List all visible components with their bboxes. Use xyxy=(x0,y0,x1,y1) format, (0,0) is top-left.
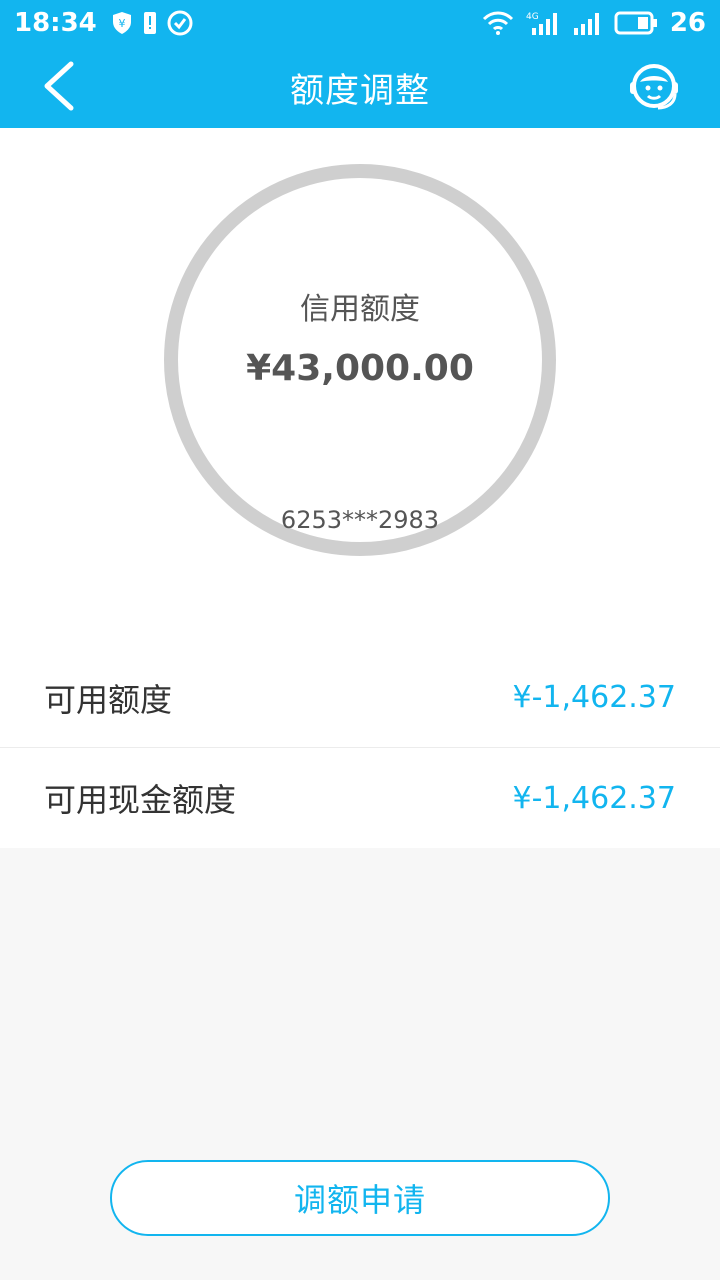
status-bar: 18:34 ¥ 4G 26 xyxy=(0,0,720,46)
chevron-left-icon xyxy=(44,61,74,111)
back-button[interactable] xyxy=(30,56,86,116)
card-number: 6253***2983 xyxy=(280,506,440,534)
svg-text:¥: ¥ xyxy=(118,17,125,30)
battery-level: 26 xyxy=(669,8,706,38)
available-cash-limit-label: 可用现金额度 xyxy=(44,781,237,819)
shield-icon: ¥ xyxy=(112,12,131,34)
battery-icon xyxy=(614,11,657,35)
credit-limit-amount: ¥43,000.00 xyxy=(246,348,474,389)
nav-bar: 额度调整 xyxy=(0,46,720,128)
wifi-icon xyxy=(482,11,513,35)
credit-ring: 信用额度 ¥43,000.00 6253***2983 xyxy=(164,164,556,556)
top-bar: 18:34 ¥ 4G 26 额度调整 xyxy=(0,0,720,128)
page-title: 额度调整 xyxy=(290,70,430,111)
available-cash-limit-row: 可用现金额度 ¥-1,462.37 xyxy=(0,748,720,848)
credit-card-panel: 信用额度 ¥43,000.00 6253***2983 xyxy=(0,128,720,658)
network-label: 4G xyxy=(526,12,539,22)
available-limit-label: 可用额度 xyxy=(44,680,173,719)
status-right-icons: 4G 26 xyxy=(482,8,706,38)
signal-icon xyxy=(573,13,599,35)
apply-limit-adjust-button[interactable]: 调额申请 xyxy=(110,1160,610,1236)
available-limit-row: 可用额度 ¥-1,462.37 xyxy=(0,648,720,748)
check-circle-icon xyxy=(167,10,193,36)
customer-service-button[interactable] xyxy=(624,58,684,118)
available-cash-limit-value: ¥-1,462.37 xyxy=(512,780,676,816)
status-left-icons: ¥ xyxy=(111,10,193,36)
signal-4g-icon: 4G xyxy=(526,12,557,35)
status-time: 18:34 xyxy=(14,8,97,38)
credit-limit-label: 信用额度 xyxy=(300,292,420,327)
available-limit-value: ¥-1,462.37 xyxy=(512,680,676,715)
customer-service-icon xyxy=(630,64,678,110)
alert-icon xyxy=(143,12,156,34)
